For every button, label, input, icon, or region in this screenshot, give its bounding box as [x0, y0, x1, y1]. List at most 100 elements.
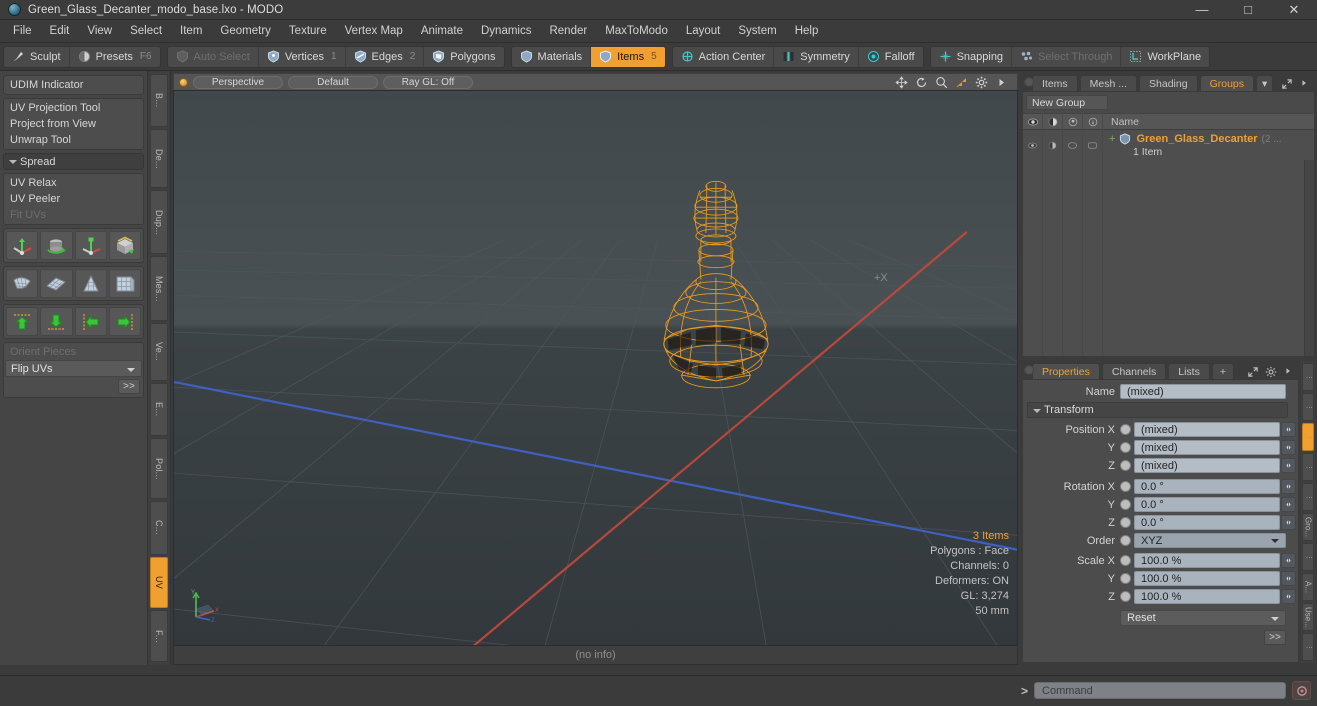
rotation-y-input[interactable]: 0.0 ° [1134, 497, 1280, 512]
position-z-stepper[interactable] [1281, 458, 1296, 473]
menu-dynamics[interactable]: Dynamics [472, 22, 540, 40]
rotation-x-input[interactable]: 0.0 ° [1134, 479, 1280, 494]
command-input[interactable]: Command [1034, 682, 1286, 699]
rotation-y-stepper[interactable] [1281, 497, 1296, 512]
edges-button[interactable]: Edges 2 [346, 46, 425, 67]
uv-projection-tool-item[interactable]: UV Projection Tool [5, 100, 142, 116]
expand-icon[interactable] [1281, 78, 1294, 91]
gear-icon[interactable] [1265, 366, 1278, 379]
scale-x-knob[interactable] [1120, 555, 1131, 566]
tab-properties[interactable]: Properties [1032, 363, 1100, 379]
scale-z-knob[interactable] [1120, 591, 1131, 602]
record-icon[interactable] [1292, 681, 1311, 700]
uv-mesh-deform-button[interactable] [6, 269, 39, 298]
axis-gizmo[interactable]: Y X Z [188, 587, 224, 624]
viewport-3d[interactable]: +X 3 Items Polygons : Face Channels: 0 D… [173, 90, 1018, 646]
uv-peeler-item[interactable]: UV Peeler [5, 191, 142, 207]
rvtab-3-active[interactable]: ⋮ [1302, 423, 1314, 451]
unwrap-tool-item[interactable]: Unwrap Tool [5, 132, 142, 148]
menu-maxtomodo[interactable]: MaxToModo [596, 22, 677, 40]
position-z-input[interactable]: (mixed) [1134, 458, 1280, 473]
menu-texture[interactable]: Texture [280, 22, 336, 40]
scale-z-input[interactable]: 100.0 % [1134, 589, 1280, 604]
vtab-b[interactable]: B... [150, 74, 168, 128]
rvtab-use[interactable]: Use... [1302, 603, 1314, 631]
shade-icon[interactable] [1043, 113, 1063, 130]
menu-file[interactable]: File [4, 22, 41, 40]
scale-z-stepper[interactable] [1281, 589, 1296, 604]
row-eye-icon[interactable] [1023, 130, 1043, 160]
tab-lists[interactable]: Lists [1168, 363, 1210, 379]
scale-y-input[interactable]: 100.0 % [1134, 571, 1280, 586]
vtab-ve[interactable]: Ve... [150, 322, 168, 381]
position-x-input[interactable]: (mixed) [1134, 422, 1280, 437]
polygons-button[interactable]: Polygons [424, 47, 503, 67]
left-more-button[interactable]: >> [118, 379, 140, 394]
auto-select-button[interactable]: Auto Select [168, 46, 259, 67]
new-group-button[interactable]: New Group [1026, 95, 1108, 110]
vertices-button[interactable]: Vertices 1 [259, 46, 346, 67]
uv-box-unwrap-button[interactable] [108, 231, 141, 260]
rvtab-4[interactable]: ⋮ [1302, 453, 1314, 481]
name-input[interactable]: (mixed) [1120, 384, 1286, 399]
scale-x-input[interactable]: 100.0 % [1134, 553, 1280, 568]
uv-move-gizmo-button[interactable] [6, 231, 39, 260]
expand-icon[interactable] [1247, 366, 1260, 379]
expand-plus-icon[interactable]: + [1109, 133, 1115, 145]
vtab-f[interactable]: F... [150, 610, 168, 663]
rotate-icon[interactable] [915, 76, 928, 89]
position-x-stepper[interactable] [1281, 422, 1296, 437]
workplane-button[interactable]: WorkPlane [1121, 47, 1209, 67]
menu-vertex-map[interactable]: Vertex Map [336, 22, 412, 40]
rotation-z-knob[interactable] [1120, 517, 1131, 528]
vtab-dup[interactable]: Dup... [150, 190, 168, 255]
eye-icon[interactable] [1023, 113, 1043, 130]
menu-render[interactable]: Render [540, 22, 596, 40]
scale-y-knob[interactable] [1120, 573, 1131, 584]
chevron-right-icon[interactable] [1299, 78, 1312, 91]
menu-view[interactable]: View [78, 22, 121, 40]
uv-relax-item[interactable]: UV Relax [5, 175, 142, 191]
uv-grid-flat-button[interactable] [40, 269, 73, 298]
project-from-view-item[interactable]: Project from View [5, 116, 142, 132]
uv-grid-taper-button[interactable] [74, 269, 107, 298]
spread-section-header[interactable]: Spread [3, 153, 144, 170]
menu-geometry[interactable]: Geometry [211, 22, 280, 40]
menu-layout[interactable]: Layout [677, 22, 730, 40]
rvtab-10[interactable]: ⋮ [1302, 633, 1314, 661]
row-shade-icon[interactable] [1043, 130, 1063, 160]
order-knob[interactable] [1120, 535, 1131, 546]
order-dropdown[interactable]: XYZ [1134, 533, 1286, 548]
tab-shading[interactable]: Shading [1139, 75, 1198, 91]
scale-y-stepper[interactable] [1281, 571, 1296, 586]
uv-grid-cube-button[interactable] [108, 269, 141, 298]
row-render-toggle[interactable] [1063, 130, 1083, 160]
items-button[interactable]: Items 5 [591, 46, 665, 67]
rvtab-5[interactable]: ⋮ [1302, 483, 1314, 511]
udim-indicator-item[interactable]: UDIM Indicator [5, 77, 142, 93]
rvtab-groups[interactable]: Gro... [1302, 513, 1314, 541]
tab-overflow-chevron-down-icon[interactable]: ▾ [1256, 75, 1274, 91]
transform-section-header[interactable]: Transform [1027, 402, 1288, 418]
menu-select[interactable]: Select [121, 22, 171, 40]
properties-more-button[interactable]: >> [1264, 630, 1286, 645]
reset-dropdown[interactable]: Reset [1120, 610, 1286, 626]
rotation-z-stepper[interactable] [1281, 515, 1296, 530]
position-y-knob[interactable] [1120, 442, 1131, 453]
rvtab-2[interactable]: ⋮ [1302, 393, 1314, 421]
rotation-z-input[interactable]: 0.0 ° [1134, 515, 1280, 530]
table-row[interactable]: + Green_Glass_Decanter (2 ... 1 Item [1023, 130, 1314, 160]
rvtab-a[interactable]: A... [1302, 573, 1314, 601]
snapping-button[interactable]: Snapping [931, 46, 1013, 67]
tab-channels[interactable]: Channels [1101, 363, 1167, 379]
render-icon[interactable] [1063, 113, 1083, 130]
menu-animate[interactable]: Animate [412, 22, 472, 40]
align-down-button[interactable] [40, 307, 73, 336]
vtab-de[interactable]: De... [150, 129, 168, 189]
menu-help[interactable]: Help [786, 22, 828, 40]
align-left-button[interactable] [74, 307, 107, 336]
position-z-knob[interactable] [1120, 460, 1131, 471]
row-info-toggle[interactable] [1083, 130, 1103, 160]
tree-scrollbar[interactable] [1304, 160, 1314, 356]
chevron-right-icon[interactable] [995, 76, 1008, 89]
